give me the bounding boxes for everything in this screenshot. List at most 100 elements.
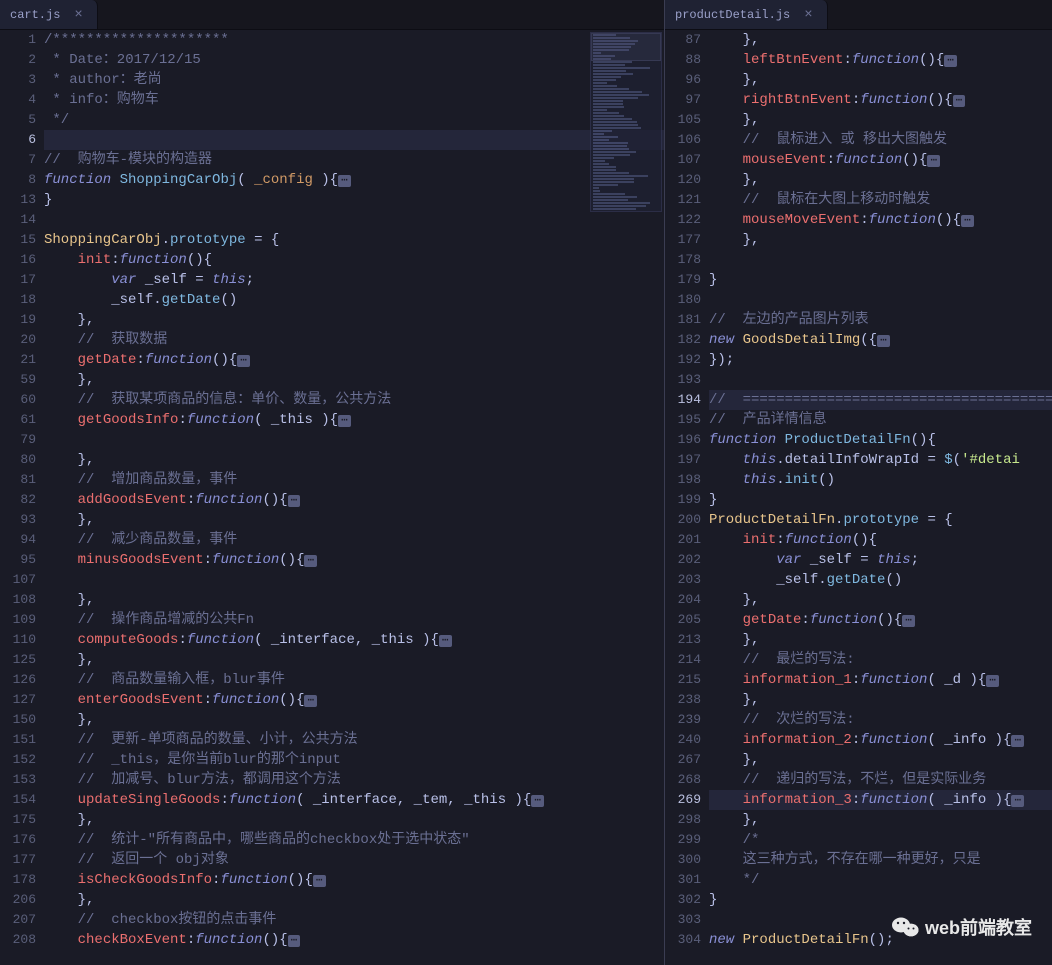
code-line[interactable]: var _self = this; [44, 270, 664, 290]
code-line[interactable]: // 商品数量输入框，blur事件 [44, 670, 664, 690]
code-line[interactable]: }, [44, 590, 664, 610]
code-line[interactable]: 这三种方式，不存在哪一种更好，只是 [709, 850, 1052, 870]
code-line[interactable]: _self.getDate() [44, 290, 664, 310]
code-line[interactable]: // 更新-单项商品的数量、小计，公共方法 [44, 730, 664, 750]
code-line[interactable] [709, 290, 1052, 310]
code-line[interactable]: * author：老尚 [44, 70, 664, 90]
tab-productdetail-js[interactable]: productDetail.js × [665, 0, 828, 29]
code-line[interactable]: }, [709, 110, 1052, 130]
code-line[interactable]: }, [44, 370, 664, 390]
code-line[interactable]: addGoodsEvent:function(){⋯ [44, 490, 664, 510]
code-line[interactable]: /********************* [44, 30, 664, 50]
code-line[interactable]: */ [709, 870, 1052, 890]
code-line[interactable]: ShoppingCarObj.prototype = { [44, 230, 664, 250]
code-line[interactable]: // 递归的写法，不烂，但是实际业务 [709, 770, 1052, 790]
code-line[interactable]: getDate:function(){⋯ [44, 350, 664, 370]
code-line[interactable]: // 统计-"所有商品中，哪些商品的checkbox处于选中状态" [44, 830, 664, 850]
code-line[interactable]: }, [709, 590, 1052, 610]
code-line[interactable] [709, 370, 1052, 390]
code-line[interactable] [44, 210, 664, 230]
code-line[interactable]: mouseEvent:function(){⋯ [709, 150, 1052, 170]
code-line[interactable]: checkBoxEvent:function(){⋯ [44, 930, 664, 950]
code-line[interactable]: rightBtnEvent:function(){⋯ [709, 90, 1052, 110]
code-line[interactable]: // checkbox按钮的点击事件 [44, 910, 664, 930]
code-line[interactable]: information_2:function( _info ){⋯ [709, 730, 1052, 750]
code-line[interactable]: init:function(){ [709, 530, 1052, 550]
code-line[interactable]: }, [44, 650, 664, 670]
code-line[interactable]: // 购物车-模块的构造器 [44, 150, 664, 170]
code-line[interactable]: // 操作商品增减的公共Fn [44, 610, 664, 630]
code-line[interactable]: leftBtnEvent:function(){⋯ [709, 50, 1052, 70]
code-line[interactable]: }, [44, 710, 664, 730]
code-area-right[interactable]: 8788969710510610712012112217717817918018… [665, 30, 1052, 965]
code-line[interactable]: // 返回一个 obj对象 [44, 850, 664, 870]
code-line[interactable]: } [709, 490, 1052, 510]
code-content-left[interactable]: /********************* * Date：2017/12/15… [44, 30, 664, 965]
code-line[interactable]: minusGoodsEvent:function(){⋯ [44, 550, 664, 570]
code-line[interactable]: enterGoodsEvent:function(){⋯ [44, 690, 664, 710]
code-line[interactable]: information_1:function( _d ){⋯ [709, 670, 1052, 690]
code-line[interactable]: }, [709, 810, 1052, 830]
code-line[interactable]: }, [709, 630, 1052, 650]
code-line[interactable]: function ShoppingCarObj( _config ){⋯ [44, 170, 664, 190]
code-line[interactable]: // 获取某项商品的信息：单价、数量，公共方法 [44, 390, 664, 410]
code-line[interactable]: }, [44, 810, 664, 830]
close-icon[interactable]: × [70, 7, 86, 23]
code-line[interactable]: /* [709, 830, 1052, 850]
code-line[interactable]: init:function(){ [44, 250, 664, 270]
code-line[interactable]: }, [44, 890, 664, 910]
code-line[interactable]: this.detailInfoWrapId = $('#detai [709, 450, 1052, 470]
code-line[interactable]: getDate:function(){⋯ [709, 610, 1052, 630]
code-line[interactable]: // 鼠标进入 或 移出大图触发 [709, 130, 1052, 150]
code-line[interactable]: // 左边的产品图片列表 [709, 310, 1052, 330]
code-line[interactable]: mouseMoveEvent:function(){⋯ [709, 210, 1052, 230]
code-line[interactable]: // 增加商品数量，事件 [44, 470, 664, 490]
code-line[interactable]: this.init() [709, 470, 1052, 490]
code-line[interactable]: // 加减号、blur方法，都调用这个方法 [44, 770, 664, 790]
code-line[interactable]: }, [44, 310, 664, 330]
code-line[interactable]: getGoodsInfo:function( _this ){⋯ [44, 410, 664, 430]
code-line[interactable]: * Date：2017/12/15 [44, 50, 664, 70]
code-line[interactable]: updateSingleGoods:function( _interface, … [44, 790, 664, 810]
code-line[interactable]: } [44, 190, 664, 210]
code-line[interactable]: information_3:function( _info ){⋯ [709, 790, 1052, 810]
code-line[interactable] [709, 250, 1052, 270]
code-line[interactable]: // _this，是你当前blur的那个input [44, 750, 664, 770]
code-line[interactable]: }, [709, 690, 1052, 710]
minimap-viewport[interactable] [591, 33, 661, 61]
code-line[interactable]: new GoodsDetailImg({⋯ [709, 330, 1052, 350]
code-line[interactable]: }, [709, 170, 1052, 190]
code-line[interactable]: }, [44, 450, 664, 470]
code-line[interactable]: }, [709, 750, 1052, 770]
code-line[interactable] [44, 130, 664, 150]
code-line[interactable] [44, 430, 664, 450]
code-content-right[interactable]: }, leftBtnEvent:function(){⋯ }, rightBtn… [709, 30, 1052, 965]
code-line[interactable]: }, [44, 510, 664, 530]
code-line[interactable]: */ [44, 110, 664, 130]
close-icon[interactable]: × [800, 7, 816, 23]
code-line[interactable]: _self.getDate() [709, 570, 1052, 590]
code-line[interactable]: // 减少商品数量，事件 [44, 530, 664, 550]
code-line[interactable]: // 产品详情信息 [709, 410, 1052, 430]
code-line[interactable]: // 获取数据 [44, 330, 664, 350]
code-line[interactable] [44, 570, 664, 590]
code-line[interactable]: }); [709, 350, 1052, 370]
code-line[interactable]: } [709, 270, 1052, 290]
minimap[interactable] [590, 32, 662, 212]
code-area-left[interactable]: 1234567813141516171819202159606179808182… [0, 30, 664, 965]
tab-cart-js[interactable]: cart.js × [0, 0, 98, 29]
code-line[interactable]: }, [709, 70, 1052, 90]
code-line[interactable]: * info：购物车 [44, 90, 664, 110]
code-line[interactable]: // 鼠标在大图上移动时触发 [709, 190, 1052, 210]
code-line[interactable]: var _self = this; [709, 550, 1052, 570]
code-line[interactable]: function ProductDetailFn(){ [709, 430, 1052, 450]
code-line[interactable]: // =====================================… [709, 390, 1052, 410]
code-line[interactable]: // 次烂的写法: [709, 710, 1052, 730]
code-line[interactable]: ProductDetailFn.prototype = { [709, 510, 1052, 530]
code-line[interactable]: }, [709, 230, 1052, 250]
code-line[interactable]: computeGoods:function( _interface, _this… [44, 630, 664, 650]
code-line[interactable]: // 最烂的写法: [709, 650, 1052, 670]
code-line[interactable]: }, [709, 30, 1052, 50]
code-line[interactable]: isCheckGoodsInfo:function(){⋯ [44, 870, 664, 890]
code-line[interactable]: } [709, 890, 1052, 910]
